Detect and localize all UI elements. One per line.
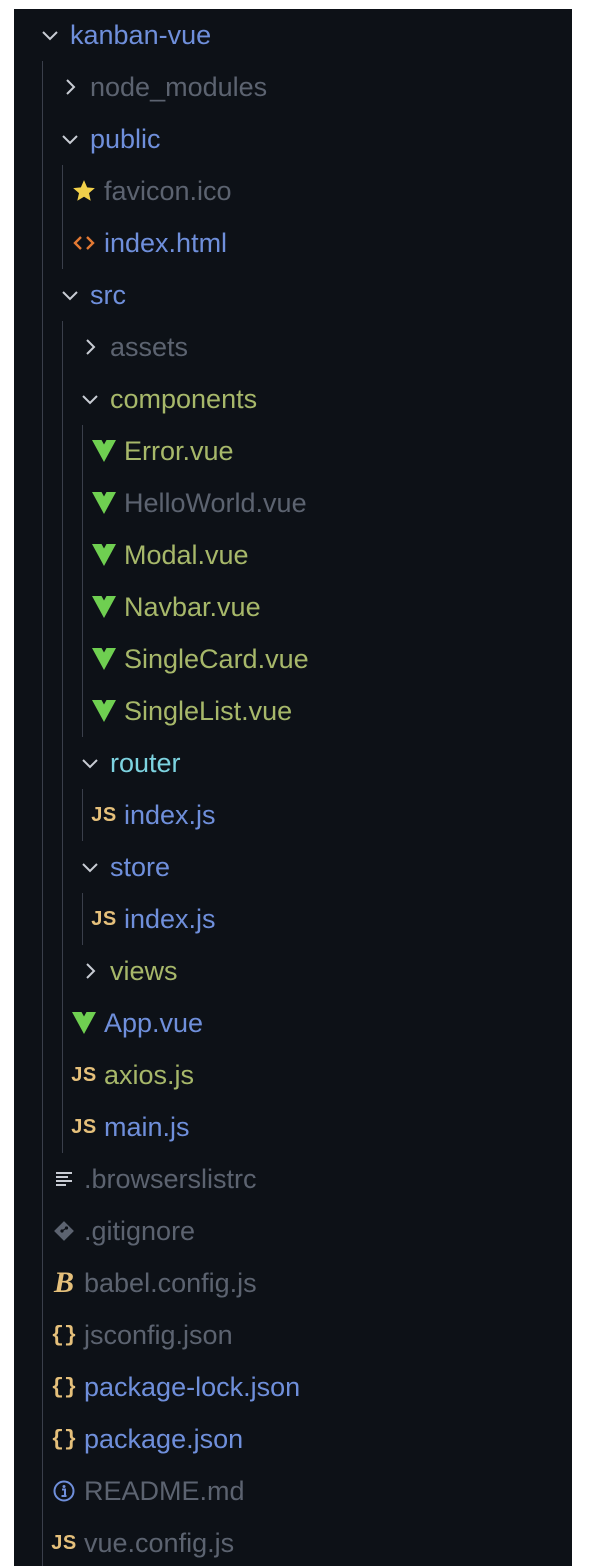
- info-icon: [50, 1465, 78, 1517]
- file-error-vue[interactable]: Error.vue: [14, 425, 572, 477]
- file-label: .gitignore: [84, 1216, 196, 1246]
- file-browserslistrc[interactable]: .browserslistrc: [14, 1153, 572, 1205]
- file-gitignore[interactable]: .gitignore: [14, 1205, 572, 1257]
- chevron-down-icon: [76, 373, 104, 425]
- file-label: HelloWorld.vue: [124, 488, 307, 518]
- file-axios-js[interactable]: JS axios.js: [14, 1049, 572, 1101]
- folder-node-modules[interactable]: node_modules: [14, 61, 572, 113]
- javascript-icon: JS: [51, 1531, 77, 1554]
- file-label: SingleCard.vue: [124, 644, 309, 674]
- file-label: axios.js: [104, 1060, 195, 1090]
- file-explorer: kanban-vue node_modules public favicon.i…: [14, 9, 572, 1566]
- git-icon: [50, 1205, 78, 1257]
- file-index-html[interactable]: index.html: [14, 217, 572, 269]
- file-app-vue[interactable]: App.vue: [14, 997, 572, 1049]
- file-store-index-js[interactable]: JS index.js: [14, 893, 572, 945]
- folder-assets[interactable]: assets: [14, 321, 572, 373]
- vue-icon: [90, 477, 118, 529]
- file-readme-md[interactable]: README.md: [14, 1465, 572, 1517]
- folder-src[interactable]: src: [14, 269, 572, 321]
- file-vue-config-js[interactable]: JS vue.config.js: [14, 1517, 572, 1566]
- vue-icon: [90, 581, 118, 633]
- file-label: README.md: [84, 1476, 245, 1506]
- file-label: SingleList.vue: [124, 696, 293, 726]
- file-router-index-js[interactable]: JS index.js: [14, 789, 572, 841]
- file-label: Navbar.vue: [124, 592, 261, 622]
- file-label: package-lock.json: [84, 1372, 301, 1402]
- json-icon: {}: [50, 1374, 78, 1400]
- chevron-down-icon: [76, 841, 104, 893]
- folder-views[interactable]: views: [14, 945, 572, 997]
- file-label: package.json: [84, 1424, 244, 1454]
- folder-label: kanban-vue: [70, 20, 212, 50]
- file-label: favicon.ico: [104, 176, 232, 206]
- folder-label: router: [110, 748, 181, 778]
- vue-icon: [90, 529, 118, 581]
- file-label: vue.config.js: [84, 1528, 235, 1558]
- javascript-icon: JS: [71, 1063, 97, 1086]
- file-singlecard-vue[interactable]: SingleCard.vue: [14, 633, 572, 685]
- chevron-down-icon: [76, 737, 104, 789]
- folder-label: assets: [110, 332, 189, 362]
- folder-label: src: [90, 280, 126, 310]
- folder-router[interactable]: router: [14, 737, 572, 789]
- chevron-down-icon: [36, 9, 64, 61]
- file-label: main.js: [104, 1112, 190, 1142]
- vue-icon: [70, 997, 98, 1049]
- javascript-icon: JS: [91, 803, 117, 826]
- text-lines-icon: [50, 1153, 78, 1205]
- vue-icon: [90, 685, 118, 737]
- json-icon: {}: [50, 1426, 78, 1452]
- file-label: index.html: [104, 228, 228, 258]
- file-favicon[interactable]: favicon.ico: [14, 165, 572, 217]
- file-package-json[interactable]: {} package.json: [14, 1413, 572, 1465]
- file-label: .browserslistrc: [84, 1164, 257, 1194]
- file-main-js[interactable]: JS main.js: [14, 1101, 572, 1153]
- file-jsconfig-json[interactable]: {} jsconfig.json: [14, 1309, 572, 1361]
- file-singlelist-vue[interactable]: SingleList.vue: [14, 685, 572, 737]
- file-modal-vue[interactable]: Modal.vue: [14, 529, 572, 581]
- chevron-right-icon: [56, 61, 84, 113]
- folder-components[interactable]: components: [14, 373, 572, 425]
- folder-label: public: [90, 124, 161, 154]
- chevron-down-icon: [56, 113, 84, 165]
- file-babel-config-js[interactable]: B babel.config.js: [14, 1257, 572, 1309]
- star-icon: [70, 165, 98, 217]
- folder-public[interactable]: public: [14, 113, 572, 165]
- file-label: Error.vue: [124, 436, 234, 466]
- file-label: index.js: [124, 800, 216, 830]
- vue-icon: [90, 425, 118, 477]
- vue-icon: [90, 633, 118, 685]
- babel-icon: B: [53, 1266, 74, 1299]
- file-label: Modal.vue: [124, 540, 249, 570]
- json-icon: {}: [50, 1322, 78, 1348]
- file-label: index.js: [124, 904, 216, 934]
- folder-label: node_modules: [90, 72, 268, 102]
- chevron-right-icon: [76, 945, 104, 997]
- folder-label: views: [110, 956, 178, 986]
- html-icon: [70, 217, 98, 269]
- chevron-right-icon: [76, 321, 104, 373]
- folder-label: components: [110, 384, 258, 414]
- chevron-down-icon: [56, 269, 84, 321]
- file-navbar-vue[interactable]: Navbar.vue: [14, 581, 572, 633]
- folder-kanban-vue[interactable]: kanban-vue: [14, 9, 572, 61]
- file-package-lock-json[interactable]: {} package-lock.json: [14, 1361, 572, 1413]
- file-label: App.vue: [104, 1008, 204, 1038]
- javascript-icon: JS: [71, 1115, 97, 1138]
- javascript-icon: JS: [91, 907, 117, 930]
- file-label: babel.config.js: [84, 1268, 257, 1298]
- file-helloworld-vue[interactable]: HelloWorld.vue: [14, 477, 572, 529]
- file-label: jsconfig.json: [84, 1320, 233, 1350]
- folder-label: store: [110, 852, 171, 882]
- folder-store[interactable]: store: [14, 841, 572, 893]
